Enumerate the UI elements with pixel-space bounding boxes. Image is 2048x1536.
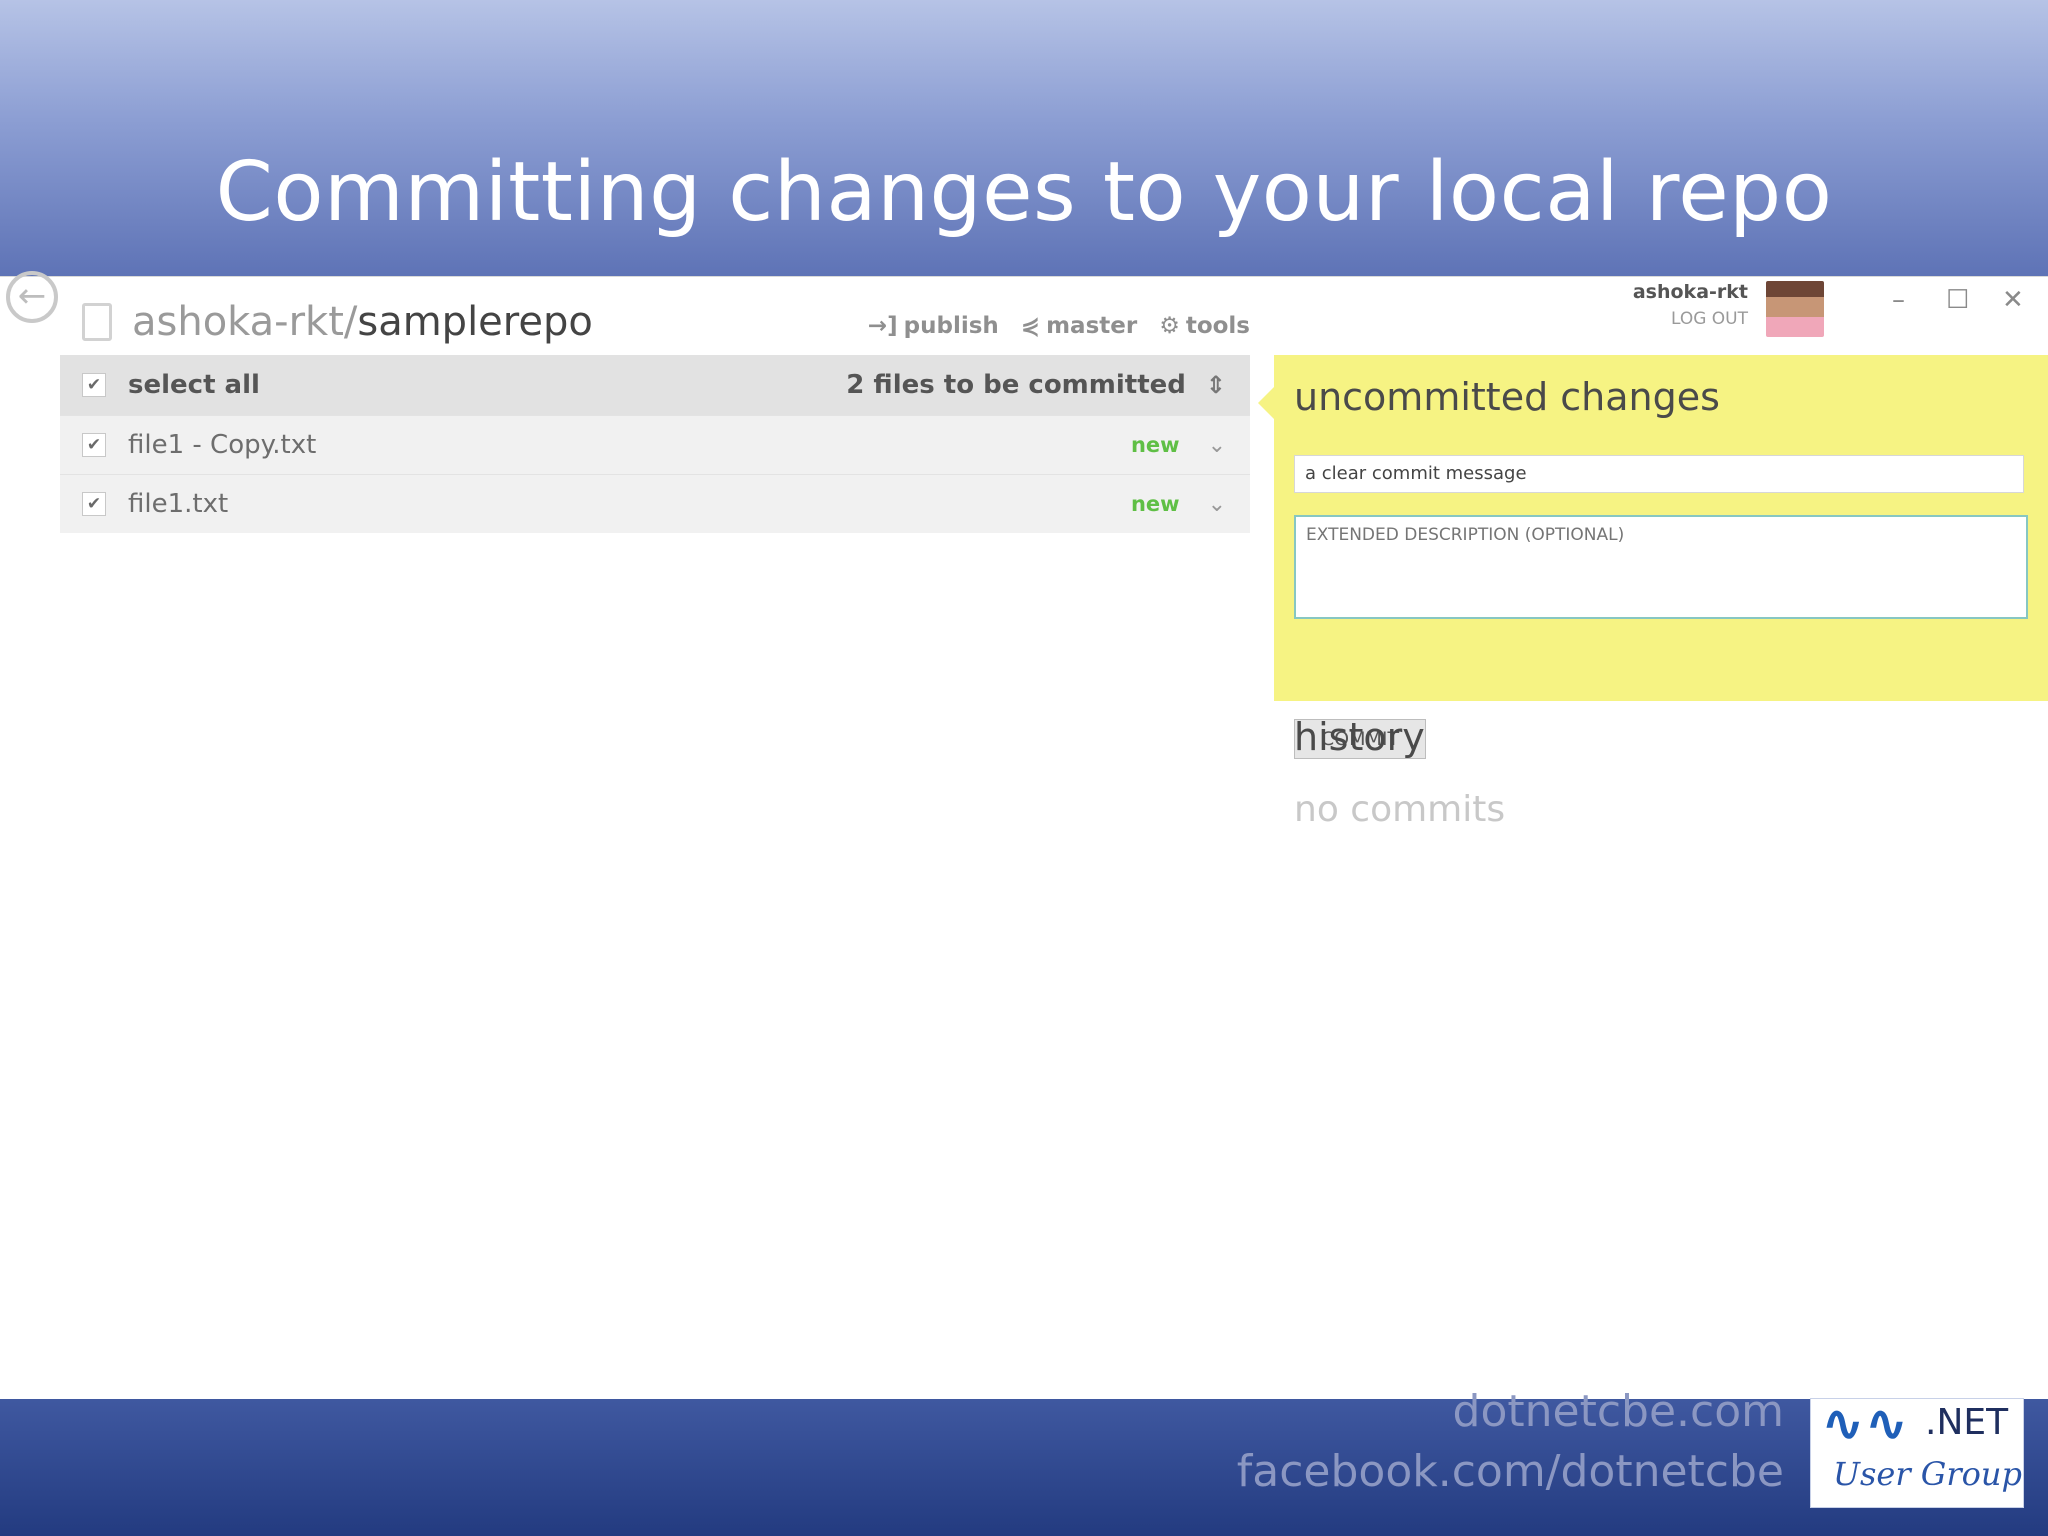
dotnet-user-group-logo: ∿∿ .NET User Group — [1810, 1398, 2024, 1508]
minimize-button[interactable]: – — [1892, 285, 1905, 315]
publish-icon: →] — [867, 313, 898, 339]
close-button[interactable]: ✕ — [2002, 285, 2024, 315]
branch-label: master — [1046, 313, 1138, 339]
history-heading: history — [1294, 715, 1425, 759]
repo-toolbar: →] publish ⋞ master ⚙ tools — [868, 313, 1250, 339]
file-checkbox[interactable]: ✔ — [82, 433, 106, 457]
expand-chevron-icon[interactable]: ⌄ — [1208, 492, 1226, 517]
commit-heading: uncommitted changes — [1294, 375, 1720, 419]
username: ashoka-rkt — [1632, 281, 1748, 303]
status-badge: new — [1130, 433, 1180, 457]
files-count-label: 2 files to be committed — [846, 370, 1186, 400]
select-all-row: ✔ select all 2 files to be committed ⇕ — [60, 355, 1250, 415]
avatar — [1766, 281, 1824, 337]
file-name: file1.txt — [128, 489, 229, 519]
file-row[interactable]: ✔ file1 - Copy.txt new ⌄ — [60, 415, 1250, 474]
dotnet-wave-icon: ∿∿ — [1821, 1394, 1909, 1454]
user-info: ashoka-rkt LOG OUT — [1600, 281, 1748, 329]
tools-button[interactable]: ⚙ tools — [1159, 313, 1250, 339]
footer-site-link[interactable]: dotnetcbe.com — [1453, 1386, 1784, 1437]
repo-name: samplerepo — [357, 299, 593, 345]
logo-net-text: .NET — [1925, 1402, 2009, 1443]
publish-label: publish — [903, 313, 999, 339]
back-arrow-icon[interactable]: ← — [6, 271, 58, 323]
gear-icon: ⚙ — [1159, 313, 1180, 339]
select-all-checkbox[interactable]: ✔ — [82, 373, 106, 397]
file-row[interactable]: ✔ file1.txt new ⌄ — [60, 474, 1250, 533]
footer-facebook-link[interactable]: facebook.com/dotnetcbe — [1237, 1446, 1784, 1497]
status-badge: new — [1130, 492, 1180, 516]
file-checkbox[interactable]: ✔ — [82, 492, 106, 516]
github-app-window: ← ashoka-rkt/samplerepo →] publish ⋞ maste… — [0, 271, 2048, 1399]
expand-chevron-icon[interactable]: ⌄ — [1208, 433, 1226, 458]
repo-title: ashoka-rkt/samplerepo — [132, 297, 593, 347]
tools-label: tools — [1185, 313, 1250, 339]
history-empty-text: no commits — [1294, 789, 1506, 830]
changed-files-panel: ✔ select all 2 files to be committed ⇕ ✔… — [60, 355, 1250, 533]
commit-panel-pointer — [1258, 387, 1274, 419]
branch-button[interactable]: ⋞ master — [1021, 313, 1137, 339]
publish-button[interactable]: →] publish — [868, 313, 999, 339]
sort-chevron-icon[interactable]: ⇕ — [1206, 371, 1226, 399]
commit-summary-input[interactable]: a clear commit message — [1294, 455, 2024, 493]
logo-group-text: User Group — [1833, 1455, 2023, 1493]
maximize-button[interactable]: ☐ — [1946, 285, 1969, 315]
branch-icon: ⋞ — [1020, 313, 1041, 339]
commit-description-input[interactable] — [1294, 515, 2028, 619]
repo-icon — [82, 303, 112, 341]
repo-owner: ashoka-rkt/ — [132, 299, 358, 345]
slide-title: Committing changes to your local repo — [215, 145, 1833, 240]
select-all-label[interactable]: select all — [128, 370, 260, 400]
file-name: file1 - Copy.txt — [128, 430, 317, 460]
logout-link[interactable]: LOG OUT — [1600, 309, 1748, 329]
commit-panel: uncommitted changes a clear commit messa… — [1274, 355, 2048, 759]
